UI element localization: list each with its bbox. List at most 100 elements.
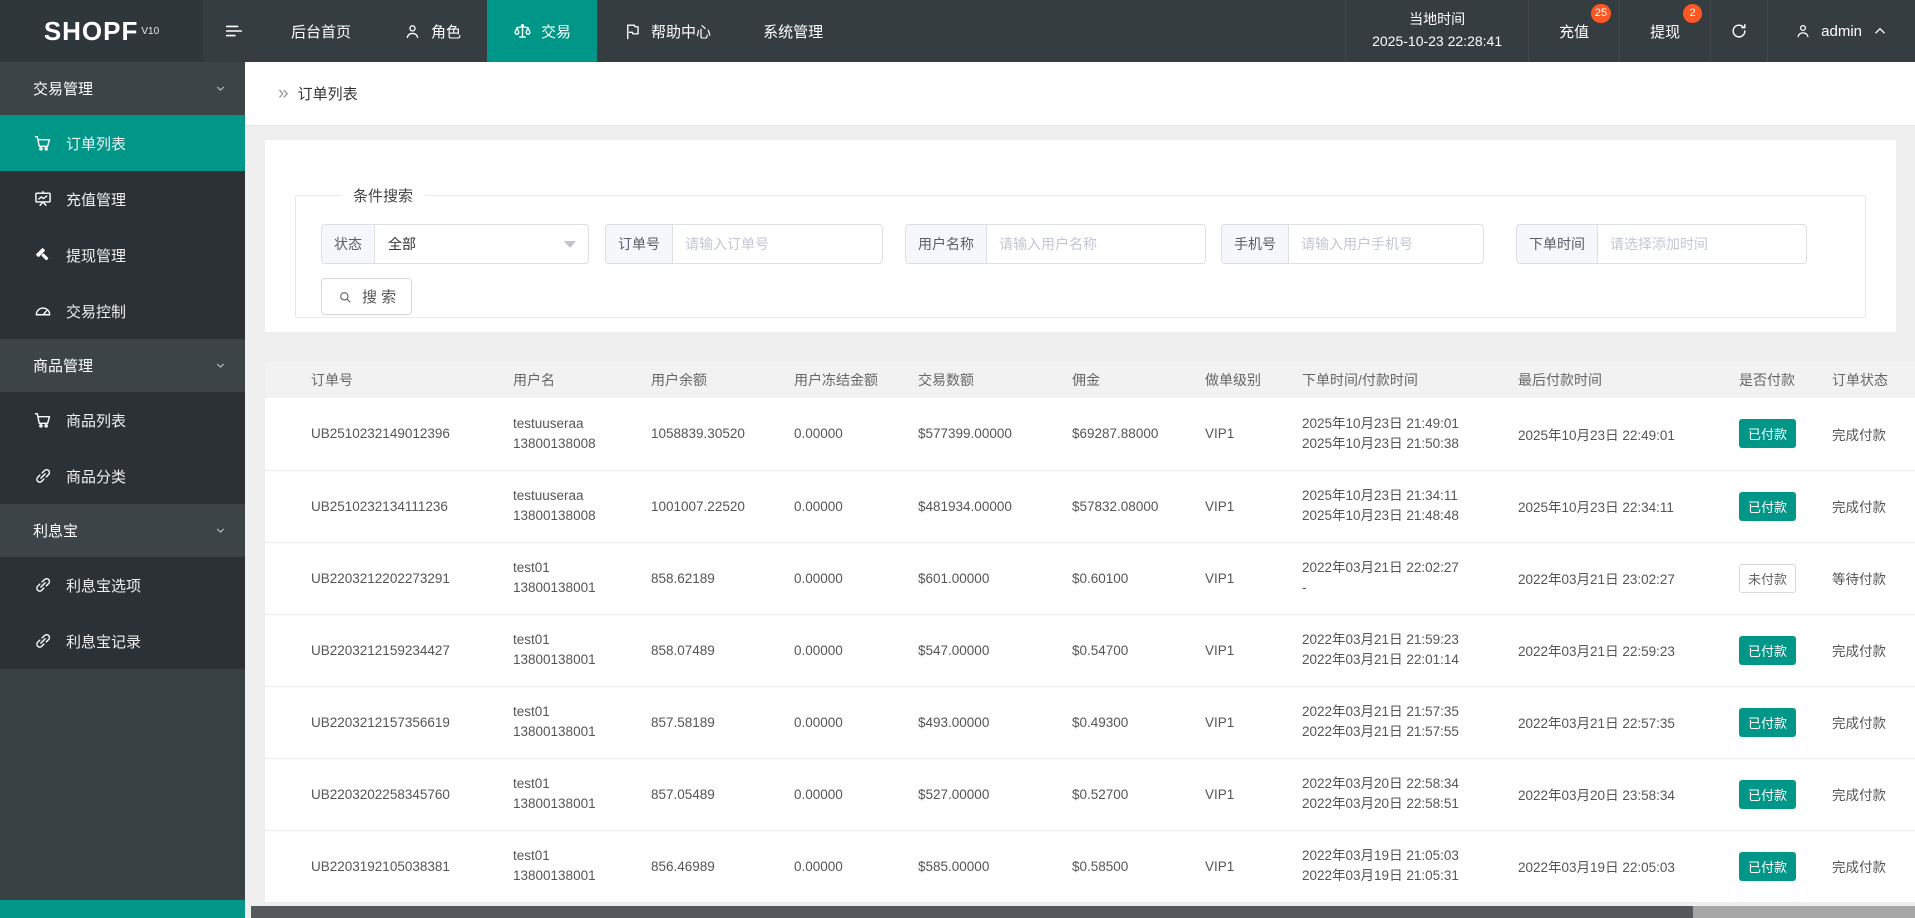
cell-amount: $493.00000 [918, 714, 990, 730]
column-header: 做单级别 [1205, 361, 1302, 398]
sidebar-toggle-button[interactable] [203, 0, 265, 62]
table-row[interactable]: UB2203202258345760 test01 13800138001 857.0… [265, 758, 1915, 830]
recharge-badge: 25 [1590, 4, 1612, 23]
cell-amount: $585.00000 [918, 858, 990, 874]
cell-order-no: UB2510232134111236 [311, 498, 448, 514]
gavel-icon [33, 245, 53, 265]
cell-last-pay-time: 2022年03月21日 23:02:27 [1518, 572, 1675, 587]
cell-order-no: UB2203212157356619 [311, 714, 450, 730]
filter-label: 下单时间 [1516, 224, 1597, 264]
cell-commission: $0.49300 [1072, 714, 1129, 730]
scrollbar-thumb[interactable] [251, 906, 1693, 918]
filter-label: 用户名称 [905, 224, 986, 264]
sidebar-item-recharge-mgmt[interactable]: 充值管理 [0, 171, 245, 227]
sidebar-section-label: 商品管理 [33, 358, 94, 375]
table-row[interactable]: UB2203192105038381 test01 13800138001 856.4… [265, 830, 1915, 902]
search-icon [337, 289, 353, 305]
filter-order-time: 下单时间 [1516, 224, 1807, 264]
filter-label: 状态 [321, 224, 374, 264]
topbar: SHOPF V10 后台首页 角色 交易 帮助中心 系统管理 当地时间 2025-10-… [0, 0, 1915, 62]
filters-row: 状态全部订单号用户名称 手机号下单时间 [321, 224, 1855, 264]
column-header: 订单号 [265, 361, 513, 398]
filter-phone: 手机号 [1221, 224, 1484, 264]
local-time-value: 2025-10-23 22:28:41 [1372, 33, 1503, 49]
orders-table-panel: 订单号 用户名 用户余额 用户冻结金额 交易数额 佣金 做单级别 下单时间/付款时间 最后付款时… [265, 361, 1915, 903]
cell-user: test01 13800138001 [513, 560, 596, 595]
filter-status-select[interactable]: 全部 [374, 224, 589, 264]
main-content: » 订单列表 条件搜索 状态全部订单号用户名称手机号下单时间 搜 索 订单号用户… [245, 62, 1915, 918]
sidebar-item-withdraw-mgmt[interactable]: 提现管理 [0, 227, 245, 283]
sidebar-item-interest-options[interactable]: 利息宝选项 [0, 557, 245, 613]
user-icon [1794, 22, 1812, 40]
withdraw-badge: 2 [1683, 4, 1703, 23]
cell-order-time: 2022年03月21日 21:59:23 2022年03月21日 22:01:14 [1302, 632, 1459, 667]
sidebar-section-trade-mgmt[interactable]: 交易管理 [0, 62, 245, 115]
cell-status: 等待付款 [1832, 572, 1886, 587]
cell-frozen: 0.00000 [794, 570, 843, 586]
cell-frozen: 0.00000 [794, 426, 843, 442]
column-header: 下单时间/付款时间 [1302, 361, 1518, 398]
filter-order-time-input[interactable] [1597, 224, 1807, 264]
nav-item-label: 系统管理 [763, 23, 824, 41]
sidebar-item-interest-records[interactable]: 利息宝记录 [0, 613, 245, 669]
sidebar-section-interest[interactable]: 利息宝 [0, 504, 245, 557]
cell-order-time: 2022年03月21日 22:02:27- [1302, 560, 1459, 595]
cell-user: testuuseraa 13800138008 [513, 488, 596, 523]
select-arrow-icon [564, 240, 576, 248]
cell-balance: 1001007.22520 [651, 498, 745, 514]
cell-order-no: UB2203192105038381 [311, 858, 450, 874]
search-button[interactable]: 搜 索 [321, 278, 413, 315]
sidebar-item-label: 交易控制 [66, 303, 127, 321]
filter-username-input[interactable] [986, 224, 1206, 264]
cell-frozen: 0.00000 [794, 642, 843, 658]
filter-order-no-input[interactable] [672, 224, 883, 264]
board-icon [33, 189, 53, 209]
breadcrumb: » 订单列表 [245, 62, 1915, 126]
table-row[interactable]: UB2510232149012396 testuuseraa 13800138008… [265, 398, 1915, 470]
app-logo: SHOPF V10 [0, 0, 203, 62]
table-row[interactable]: UB2203212202273291 test01 13800138001 858.6… [265, 542, 1915, 614]
filter-order-no: 订单号 [605, 224, 883, 264]
local-time-label: 当地时间 [1409, 11, 1466, 28]
recharge-button[interactable]: 充值 25 [1529, 0, 1621, 62]
paid-status-badge: 已付款 [1739, 779, 1797, 809]
withdraw-button[interactable]: 提现 2 [1620, 0, 1712, 62]
nav-item-trade[interactable]: 交易 [487, 0, 598, 62]
cell-order-time: 2022年03月19日 21:05:03 2022年03月19日 21:05:31 [1302, 848, 1459, 883]
table-row[interactable]: UB2203212157356619 test01 13800138001 857.5… [265, 686, 1915, 758]
filter-phone-input[interactable] [1288, 224, 1484, 264]
nav-item-home[interactable]: 后台首页 [265, 0, 377, 62]
sidebar-item-product-list[interactable]: 商品列表 [0, 392, 245, 448]
cell-level: VIP1 [1205, 570, 1235, 586]
user-menu[interactable]: admin [1768, 0, 1915, 62]
nav-item-system[interactable]: 系统管理 [737, 0, 849, 62]
topbar-nav: 后台首页 角色 交易 帮助中心 系统管理 [265, 0, 849, 62]
nav-item-role[interactable]: 角色 [377, 0, 487, 62]
refresh-icon [1729, 21, 1749, 41]
cell-frozen: 0.00000 [794, 858, 843, 874]
user-icon [403, 22, 422, 41]
gauge-icon [33, 301, 53, 321]
horizontal-scrollbar[interactable] [251, 906, 1915, 918]
nav-item-help[interactable]: 帮助中心 [597, 0, 737, 62]
cell-frozen: 0.00000 [794, 714, 843, 730]
table-row[interactable]: UB2510232134111236 testuuseraa 13800138008… [265, 470, 1915, 542]
sidebar-section-product-mgmt[interactable]: 商品管理 [0, 339, 245, 392]
cell-status: 完成付款 [1832, 788, 1886, 803]
cell-last-pay-time: 2025年10月23日 22:34:11 [1518, 500, 1674, 515]
refresh-button[interactable] [1711, 0, 1769, 62]
search-card: 条件搜索 状态全部订单号用户名称手机号下单时间 搜 索 [265, 140, 1896, 332]
table-row[interactable]: UB2203212159234427 test01 13800138001 858.0… [265, 614, 1915, 686]
cell-level: VIP1 [1205, 498, 1235, 514]
cell-balance: 856.46989 [651, 858, 715, 874]
filter-status: 状态 全部 [321, 224, 589, 264]
link-icon [33, 631, 53, 651]
cell-order-no: UB2203212202273291 [311, 570, 450, 586]
sidebar-item-trade-control[interactable]: 交易控制 [0, 283, 245, 339]
sidebar-item-product-category[interactable]: 商品分类 [0, 448, 245, 504]
cell-last-pay-time: 2022年03月19日 22:05:03 [1518, 860, 1675, 875]
withdraw-label: 提现 [1650, 23, 1681, 41]
breadcrumb-icon: » [278, 83, 289, 104]
sidebar-item-order-list[interactable]: 订单列表 [0, 115, 245, 171]
cell-status: 完成付款 [1832, 427, 1886, 443]
